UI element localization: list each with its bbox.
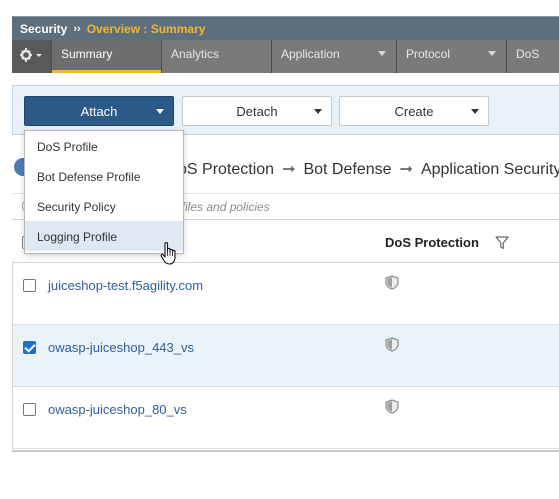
tab-analytics[interactable]: Analytics — [162, 40, 272, 73]
row-checkbox[interactable] — [23, 279, 36, 292]
create-button[interactable]: Create — [339, 96, 489, 126]
table-footer-border — [12, 450, 559, 452]
chevron-down-icon — [471, 109, 479, 114]
tab-dos[interactable]: DoS — [507, 40, 559, 73]
row-checkbox[interactable] — [23, 403, 36, 416]
virtual-server-link[interactable]: owasp-juiceshop_443_vs — [48, 340, 194, 355]
breadcrumb-path: Overview : Summary — [86, 21, 206, 36]
arrow-right-icon: ➞ — [282, 161, 296, 178]
gear-icon — [20, 48, 42, 62]
menu-item-dos-profile[interactable]: DoS Profile — [25, 131, 183, 161]
flow-step-bot[interactable]: Bot Defense — [303, 161, 391, 178]
breadcrumb-bar: Security ›› Overview : Summary — [12, 16, 559, 40]
table-left-border — [12, 263, 13, 451]
flow-step-appsec[interactable]: Application Security — [421, 161, 559, 178]
chevron-down-icon — [314, 109, 322, 114]
create-button-label: Create — [394, 103, 434, 119]
tab-summary[interactable]: Summary — [52, 40, 162, 73]
menu-item-bot-defense-profile[interactable]: Bot Defense Profile — [25, 161, 183, 191]
hand-cursor-icon — [160, 242, 176, 265]
virtual-server-link[interactable]: juiceshop-test.f5agility.com — [48, 278, 203, 293]
table-row[interactable]: juiceshop-test.f5agility.com — [12, 263, 559, 325]
table-row[interactable]: owasp-juiceshop_443_vs — [12, 325, 559, 387]
tab-protocol[interactable]: Protocol — [397, 40, 507, 73]
breadcrumb-section[interactable]: Security — [20, 22, 67, 36]
filter-icon[interactable] — [495, 236, 509, 250]
shield-icon[interactable] — [385, 399, 399, 414]
chevron-down-icon — [156, 109, 164, 114]
settings-menu-button[interactable] — [12, 40, 52, 73]
virtual-server-link[interactable]: owasp-juiceshop_80_vs — [48, 402, 187, 417]
table-row[interactable]: owasp-juiceshop_80_vs — [12, 387, 559, 449]
tab-application[interactable]: Application — [272, 40, 397, 73]
tab-analytics-label: Analytics — [171, 47, 220, 61]
chevron-down-icon — [488, 51, 496, 56]
tab-protocol-label: Protocol — [406, 47, 451, 61]
detach-button-label: Detach — [236, 103, 278, 119]
flow-steps: oS Protection ➞ Bot Defense ➞ Application Se… — [178, 159, 559, 179]
shield-icon[interactable] — [385, 275, 399, 290]
attach-button-label: Attach — [80, 103, 118, 119]
filter-hint-text: ofiles and policies — [175, 200, 270, 214]
arrow-right-icon: ➞ — [399, 161, 413, 178]
shield-icon[interactable] — [385, 337, 399, 352]
dos-protection-column-header[interactable]: DoS Protection — [385, 235, 479, 250]
attach-button[interactable]: Attach — [24, 96, 174, 126]
tab-application-label: Application — [281, 47, 340, 61]
attach-dropdown-menu: DoS Profile Bot Defense Profile Security… — [24, 130, 184, 254]
tab-bar: Summary Analytics Application Protocol D… — [12, 40, 559, 73]
chevron-down-icon — [378, 51, 386, 56]
tab-dos-label: DoS — [516, 47, 540, 61]
breadcrumb-separator: ›› — [73, 22, 81, 35]
detach-button[interactable]: Detach — [182, 96, 332, 126]
tab-summary-label: Summary — [61, 47, 113, 61]
row-checkbox[interactable] — [23, 341, 36, 354]
action-toolbar: Attach Detach Create — [12, 85, 559, 135]
flow-step-dos[interactable]: oS Protection — [178, 161, 274, 178]
menu-item-security-policy[interactable]: Security Policy — [25, 191, 183, 221]
